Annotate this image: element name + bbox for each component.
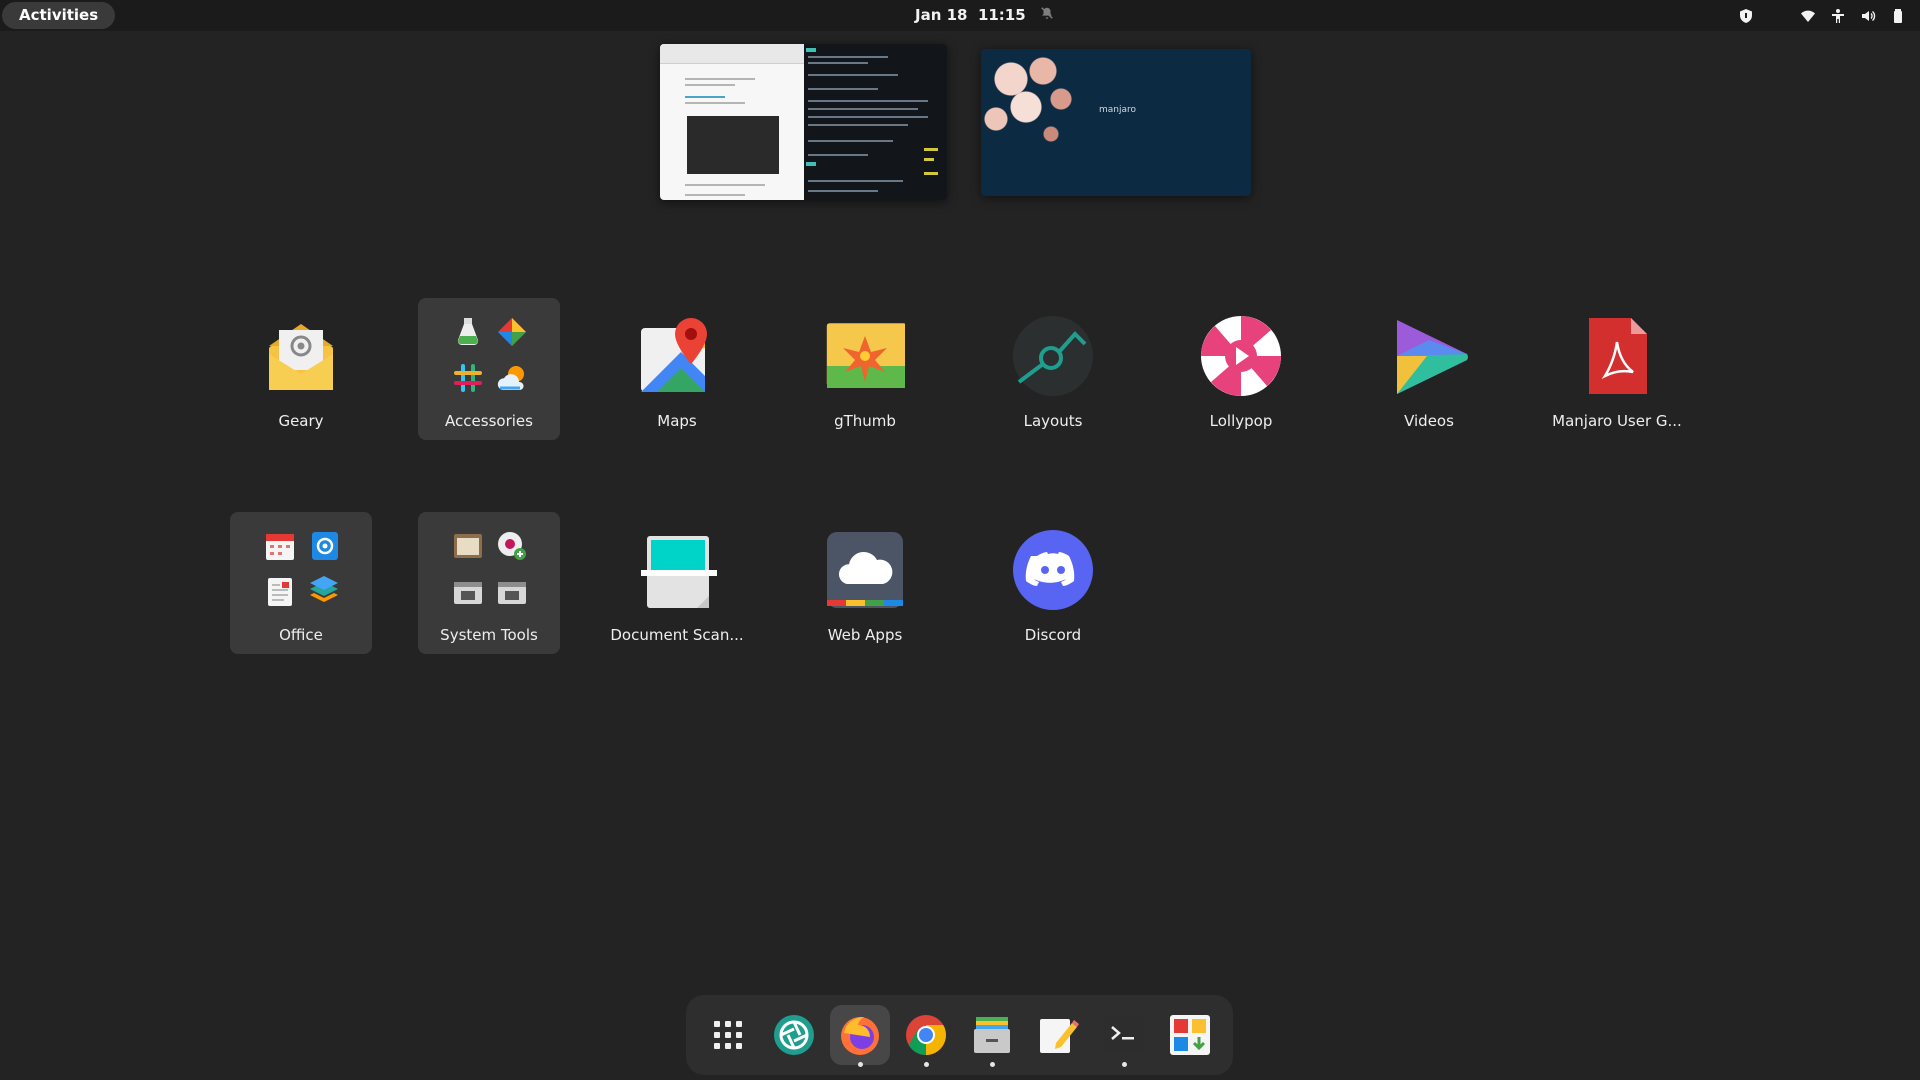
shield-icon[interactable] [1738,8,1754,24]
dock-chrome[interactable] [896,1005,956,1065]
app-label: Manjaro User G... [1552,412,1682,430]
top-bar: Activities Jan 18 11:15 [0,0,1920,31]
time-label: 11:15 [977,6,1026,24]
app-discord[interactable]: Discord [982,512,1124,654]
contacts-mail-icon [312,532,338,560]
running-indicator [1122,1062,1127,1067]
network-port-icon-2 [498,582,526,604]
show-apps-icon [714,1021,742,1049]
pdf-icon [1589,318,1647,394]
notifications-muted-icon [1040,0,1054,31]
dock-text-editor[interactable] [1028,1005,1088,1065]
show-apps-button[interactable] [698,1005,758,1065]
running-indicator [858,1062,863,1067]
running-indicator [924,1062,929,1067]
battery-icon[interactable] [1890,8,1906,24]
volume-icon[interactable] [1860,8,1876,24]
folder-office[interactable]: Office [230,512,372,654]
weather-icon [497,366,524,390]
document-window-preview [660,44,804,200]
colors-icon [498,318,526,346]
beaker-icon [457,318,479,346]
running-indicator [990,1062,995,1067]
app-label: Web Apps [827,626,903,644]
dock-files[interactable] [962,1005,1022,1065]
app-label: Layouts [1023,412,1083,430]
app-label: Maps [657,412,697,430]
wifi-icon[interactable] [1800,8,1816,24]
folder-system-tools[interactable]: System Tools [418,512,560,654]
app-lollypop[interactable]: Lollypop [1170,298,1312,440]
folder-label: Accessories [445,412,533,430]
firefox-icon [841,1017,879,1055]
videos-icon [1397,320,1468,394]
activities-button[interactable]: Activities [2,2,116,29]
terminal-window-preview [804,44,947,200]
disk-usage-icon [498,532,526,560]
workspace-thumbnail-1[interactable] [660,44,947,200]
system-tray[interactable] [1738,0,1906,31]
lollypop-icon [1201,316,1281,396]
app-maps[interactable]: Maps [606,298,748,440]
app-manjaro-user-guide[interactable]: Manjaro User G... [1546,298,1688,440]
hashtag-icon [454,364,482,392]
app-gthumb[interactable]: gThumb [794,298,936,440]
app-layouts[interactable]: Layouts [982,298,1124,440]
mail-icon [269,324,333,390]
app-label: Geary [278,412,324,430]
gthumb-icon [826,323,905,388]
terminal-icon [1104,1017,1144,1053]
scanner-icon [641,536,717,608]
app-document-scanner[interactable]: Document Scan... [606,512,748,654]
workspace-thumbnail-2[interactable]: manjaro [981,49,1251,196]
folder-label: Office [279,626,323,644]
window-icon [454,534,482,558]
dock-aperture[interactable] [764,1005,824,1065]
folder-accessories[interactable]: Accessories [418,298,560,440]
dock-terminal[interactable] [1094,1005,1154,1065]
date-label: Jan 18 [915,6,968,24]
layers-icon [310,576,338,602]
calendar-icon [266,534,294,560]
dock [686,995,1233,1075]
wallpaper-blossom [981,49,1091,159]
app-geary[interactable]: Geary [230,298,372,440]
dock-firefox[interactable] [830,1005,890,1065]
files-icon [974,1017,1010,1053]
folder-label: System Tools [440,626,538,644]
accessibility-icon[interactable] [1830,8,1846,24]
dock-software-center[interactable] [1160,1005,1220,1065]
maps-icon [641,318,707,392]
app-label: gThumb [834,412,896,430]
app-label: Lollypop [1209,412,1273,430]
wallpaper-text: manjaro [1099,105,1137,115]
document-icon [268,578,292,606]
clock-button[interactable]: Jan 18 11:15 [915,0,1054,31]
network-port-icon [454,582,482,604]
app-label: Discord [1024,626,1082,644]
text-editor-icon [1040,1019,1079,1053]
layouts-icon [1013,316,1093,396]
app-videos[interactable]: Videos [1358,298,1500,440]
aperture-icon [774,1015,814,1055]
app-web-apps[interactable]: Web Apps [794,512,936,654]
cloud-icon [827,532,903,608]
app-label: Videos [1404,412,1454,430]
software-center-icon [1170,1015,1210,1055]
discord-icon [1013,530,1093,610]
chrome-icon [906,1015,946,1055]
app-label: Document Scan... [610,626,744,644]
